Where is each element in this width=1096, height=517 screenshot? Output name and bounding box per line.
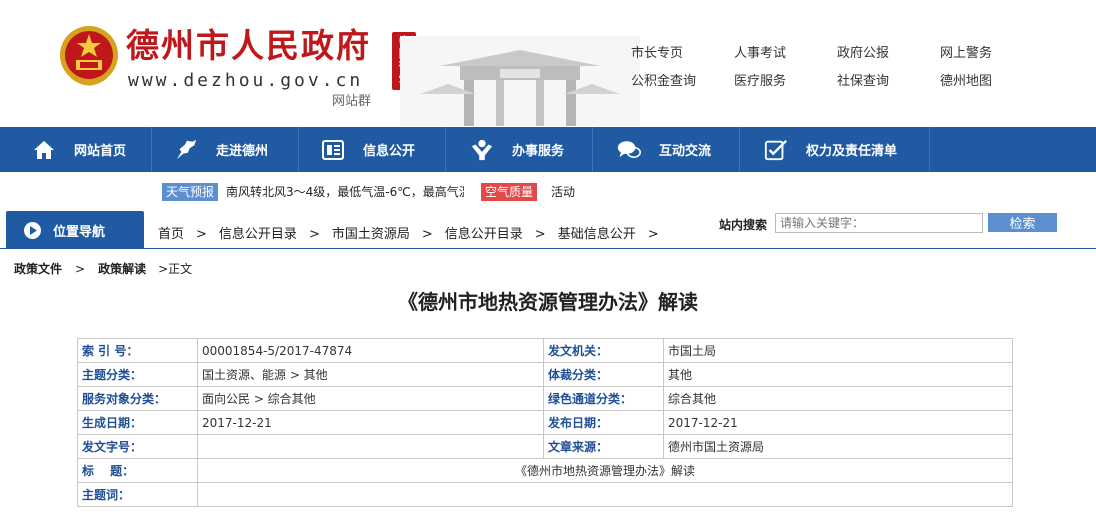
topic-key: 主题分类： <box>77 362 198 387</box>
site-search-label: 站内搜索 <box>719 218 768 232</box>
genre-key: 体裁分类： <box>543 362 664 387</box>
nav-item-power-list[interactable]: 权力及责任清单 <box>740 127 930 172</box>
nav-item-about-dezhou[interactable]: 走进德州 <box>152 127 299 172</box>
title-key: 标 题： <box>77 458 198 483</box>
green-channel-key: 绿色通道分类： <box>543 386 664 411</box>
keywords-key: 主题词： <box>77 482 198 507</box>
nav-label: 互动交流 <box>659 144 712 159</box>
activity-text: 活动 <box>551 185 576 199</box>
published-date-value: 2017-12-21 <box>663 410 1013 435</box>
published-date-key: 发布日期： <box>543 410 664 435</box>
top-link-medical[interactable]: 医疗服务 <box>734 70 786 89</box>
top-link-social-security[interactable]: 社保查询 <box>837 70 889 89</box>
crumb-separator: > <box>421 227 433 242</box>
table-row: 发文字号： 文章来源： 德州市国土资源局 <box>77 434 1013 459</box>
top-link-housing-fund[interactable]: 公积金查询 <box>631 70 696 89</box>
crumb-basic-info[interactable]: 基础信息公开 <box>558 227 636 242</box>
audience-key: 服务对象分类： <box>77 386 198 411</box>
sub-breadcrumb: 政策文件 > 政策解读 >正文 <box>14 260 192 277</box>
nav-item-info-disclosure[interactable]: 信息公开 <box>299 127 446 172</box>
audience-value: 面向公民 > 综合其他 <box>197 386 544 411</box>
chat-icon <box>617 138 641 162</box>
crumb-separator: > <box>196 227 207 242</box>
crumb-land-bureau[interactable]: 市国土资源局 <box>332 227 410 242</box>
topic-value: 国土资源、能源 > 其他 <box>197 362 544 387</box>
title-value: 《德州市地热资源管理办法》解读 <box>197 458 1013 483</box>
crumb-home[interactable]: 首页 <box>158 227 184 242</box>
site-url: www.dezhou.gov.cn <box>128 70 364 91</box>
nav-label: 信息公开 <box>363 144 416 159</box>
table-row: 标 题： 《德州市地热资源管理办法》解读 <box>77 458 1013 483</box>
index-key: 索 引 号： <box>77 338 198 363</box>
nav-label: 办事服务 <box>512 144 565 159</box>
play-arrow-icon <box>24 221 41 239</box>
top-link-map[interactable]: 德州地图 <box>940 70 992 89</box>
location-label: 位置导航 <box>53 224 106 240</box>
document-metadata-table: 索 引 号： 00001854-5/2017-47874 发文机关： 市国土局 … <box>77 338 1013 507</box>
table-row: 生成日期： 2017-12-21 发布日期： 2017-12-21 <box>77 410 1013 435</box>
map-icon <box>174 138 198 162</box>
site-header: 德州市人民政府 中国德州 www.dezhou.gov.cn 网站群 市长专页 … <box>0 0 1096 127</box>
index-value: 00001854-5/2017-47874 <box>197 338 544 363</box>
top-link-mayor[interactable]: 市长专页 <box>631 42 683 61</box>
doc-number-value <box>197 434 544 459</box>
weather-ticker: 南风转北风3～4级，最低气温-6℃，最高气温 <box>226 185 464 199</box>
table-row: 服务对象分类： 面向公民 > 综合其他 绿色通道分类： 综合其他 <box>77 386 1013 411</box>
search-button[interactable]: 检索 <box>988 213 1057 232</box>
national-emblem-icon <box>60 26 118 86</box>
sub-crumb-policy-interpretation[interactable]: 政策解读 <box>98 262 146 276</box>
archway-illustration-icon <box>400 36 640 126</box>
table-row: 主题词： <box>77 482 1013 507</box>
service-icon <box>470 138 494 162</box>
document-icon <box>321 138 345 162</box>
nav-label: 权力及责任清单 <box>806 144 898 159</box>
top-link-personnel-exam[interactable]: 人事考试 <box>734 42 786 61</box>
top-link-gazette[interactable]: 政府公报 <box>837 42 889 61</box>
issuer-value: 市国土局 <box>663 338 1013 363</box>
created-date-key: 生成日期： <box>77 410 198 435</box>
home-icon <box>32 138 56 162</box>
issuer-key: 发文机关： <box>543 338 664 363</box>
crumb-separator: > <box>647 227 659 242</box>
location-bar: 位置导航 首页 > 信息公开目录 > 市国土资源局 > 信息公开目录 > 基础信息公开 > 站内搜… <box>0 211 1096 249</box>
nav-label: 走进德州 <box>216 144 269 159</box>
sub-crumb-policy-docs[interactable]: 政策文件 <box>14 262 62 276</box>
crumb-info-catalog-2[interactable]: 信息公开目录 <box>445 227 523 242</box>
crumb-separator: > <box>308 227 320 242</box>
article-title: 《德州市地热资源管理办法》解读 <box>398 290 698 314</box>
created-date-value: 2017-12-21 <box>197 410 544 435</box>
crumb-info-catalog[interactable]: 信息公开目录 <box>219 227 297 242</box>
nav-item-interaction[interactable]: 互动交流 <box>593 127 740 172</box>
main-nav: 网站首页 走进德州 信息公开 办事服务 互动交流 权力及责任清单 <box>0 127 1096 172</box>
nav-label: 网站首页 <box>74 144 127 159</box>
green-channel-value: 综合其他 <box>663 386 1013 411</box>
location-nav-label: 位置导航 <box>6 211 144 249</box>
table-row: 索 引 号： 00001854-5/2017-47874 发文机关： 市国土局 <box>77 338 1013 363</box>
sub-crumb-current: >正文 <box>158 262 193 276</box>
air-quality-tag[interactable]: 空气质量 <box>481 183 538 201</box>
doc-number-key: 发文字号： <box>77 434 198 459</box>
nav-item-services[interactable]: 办事服务 <box>446 127 593 172</box>
crumb-separator: > <box>534 227 546 242</box>
source-value: 德州市国土资源局 <box>663 434 1013 459</box>
genre-value: 其他 <box>663 362 1013 387</box>
nav-item-home[interactable]: 网站首页 <box>0 127 152 172</box>
keywords-value <box>197 482 1013 507</box>
info-strip: 天气预报 南风转北风3～4级，最低气温-6℃，最高气温 空气质量 活动 <box>0 183 1096 201</box>
weather-tag[interactable]: 天气预报 <box>162 183 219 201</box>
crumb-separator: > <box>75 262 86 276</box>
site-title: 德州市人民政府 <box>126 26 371 65</box>
source-key: 文章来源： <box>543 434 664 459</box>
top-link-police[interactable]: 网上警务 <box>940 42 992 61</box>
site-search-input[interactable] <box>775 213 983 233</box>
table-row: 主题分类： 国土资源、能源 > 其他 体裁分类： 其他 <box>77 362 1013 387</box>
checklist-icon <box>764 138 788 162</box>
site-group-label: 网站群 <box>332 94 372 109</box>
breadcrumb: 首页 > 信息公开目录 > 市国土资源局 > 信息公开目录 > 基础信息公开 > <box>158 223 671 242</box>
